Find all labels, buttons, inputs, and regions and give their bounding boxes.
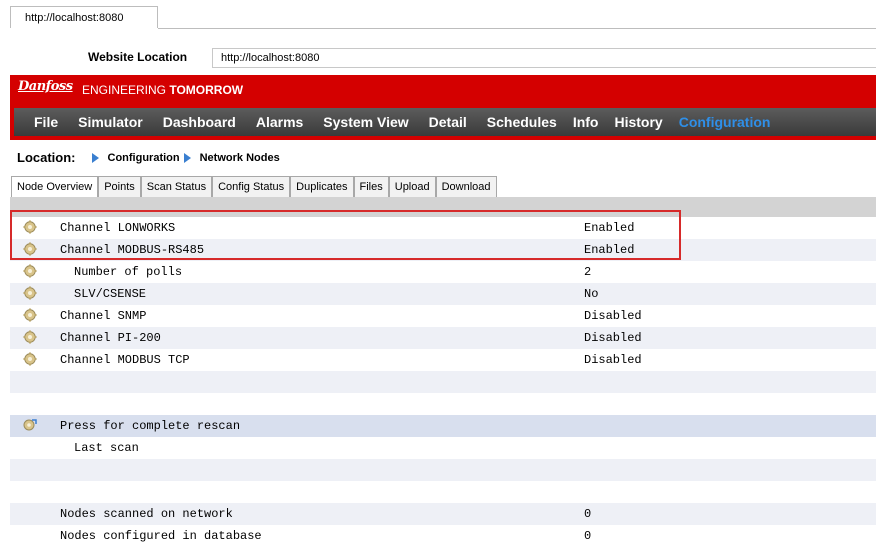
gear-icon bbox=[23, 286, 37, 300]
row-name: Channel MODBUS TCP bbox=[60, 353, 190, 367]
menu-item-system-view[interactable]: System View bbox=[307, 114, 412, 130]
row-name: Channel SNMP bbox=[60, 309, 147, 323]
row-value: 0 bbox=[584, 507, 592, 521]
row-name: Press for complete rescan bbox=[60, 419, 241, 433]
highlight-box bbox=[10, 210, 681, 260]
menu-item-simulator[interactable]: Simulator bbox=[62, 114, 147, 130]
row-name: Nodes configured in database bbox=[60, 529, 262, 543]
table-row: Channel PI-200 Disabled bbox=[10, 327, 876, 349]
website-location-input[interactable]: http://localhost:8080 bbox=[212, 48, 876, 68]
table-row: Nodes scanned on network 0 bbox=[10, 503, 876, 525]
table-row bbox=[10, 393, 876, 415]
arrow-right-icon bbox=[183, 152, 191, 163]
row-name: SLV/CSENSE bbox=[74, 287, 147, 301]
menu-item-dashboard[interactable]: Dashboard bbox=[147, 114, 240, 130]
row-name: Last scan bbox=[74, 441, 139, 455]
breadcrumb-label: Location: bbox=[17, 150, 76, 165]
table-row: Last scan bbox=[10, 437, 876, 459]
table-row[interactable]: Press for complete rescan bbox=[10, 415, 876, 437]
row-value: Disabled bbox=[584, 331, 642, 345]
subtab-bar: Node Overview Points Scan Status Config Sta… bbox=[11, 176, 497, 198]
row-value: No bbox=[584, 287, 599, 301]
row-name: Channel PI-200 bbox=[60, 331, 161, 345]
tab-node-overview[interactable]: Node Overview bbox=[11, 176, 99, 198]
gear-icon bbox=[23, 330, 37, 344]
gear-icon bbox=[23, 352, 37, 366]
gear-icon bbox=[23, 264, 37, 278]
node-table: Channel LONWORKS Enabled Channel MODBUS-RS… bbox=[10, 217, 876, 547]
row-name: Nodes scanned on network bbox=[60, 507, 233, 521]
menu-item-info[interactable]: Info bbox=[561, 114, 603, 130]
row-value: 2 bbox=[584, 265, 592, 279]
table-row: Channel SNMP Disabled bbox=[10, 305, 876, 327]
breadcrumb-item-network-nodes[interactable]: Network Nodes bbox=[200, 152, 280, 164]
menu-item-alarms[interactable]: Alarms bbox=[240, 114, 307, 130]
main-menu: File Simulator Dashboard Alarms System View D… bbox=[10, 104, 876, 140]
brand-bar: Danfoss ENGINEERING TOMORROW bbox=[10, 75, 876, 104]
breadcrumb: Location: Configuration Network Nodes bbox=[17, 150, 280, 165]
menu-item-history[interactable]: History bbox=[602, 114, 666, 130]
table-row bbox=[10, 371, 876, 393]
tagline: ENGINEERING TOMORROW bbox=[82, 83, 243, 97]
menu-item-detail[interactable]: Detail bbox=[413, 114, 471, 130]
menu-item-configuration[interactable]: Configuration bbox=[667, 114, 775, 130]
menu-item-file[interactable]: File bbox=[14, 114, 62, 130]
table-row: Nodes configured in database 0 bbox=[10, 525, 876, 547]
table-row: SLV/CSENSE No bbox=[10, 283, 876, 305]
breadcrumb-item-configuration[interactable]: Configuration bbox=[108, 152, 180, 164]
row-value: Disabled bbox=[584, 309, 642, 323]
tab-duplicates[interactable]: Duplicates bbox=[290, 176, 354, 198]
tab-config-status[interactable]: Config Status bbox=[212, 176, 291, 198]
tab-points[interactable]: Points bbox=[98, 176, 141, 198]
table-row bbox=[10, 459, 876, 481]
gear-icon bbox=[23, 308, 37, 322]
tab-divider bbox=[158, 28, 876, 29]
menu-inner: File Simulator Dashboard Alarms System View D… bbox=[14, 108, 876, 136]
tab-download[interactable]: Download bbox=[435, 176, 497, 198]
rescan-icon[interactable] bbox=[23, 418, 37, 432]
table-row bbox=[10, 481, 876, 503]
tagline-bold: TOMORROW bbox=[169, 83, 244, 97]
table-row: Number of polls 2 bbox=[10, 261, 876, 283]
website-location-label: Website Location bbox=[88, 50, 188, 64]
tab-upload[interactable]: Upload bbox=[388, 176, 436, 198]
tab-files[interactable]: Files bbox=[353, 176, 389, 198]
arrow-right-icon bbox=[91, 152, 99, 163]
menu-item-schedules[interactable]: Schedules bbox=[471, 114, 561, 130]
row-value: Disabled bbox=[584, 353, 642, 367]
browser-tab[interactable]: http://localhost:8080 bbox=[10, 6, 158, 28]
tagline-light: ENGINEERING bbox=[82, 83, 167, 97]
danfoss-logo: Danfoss bbox=[18, 79, 73, 94]
table-row: Channel MODBUS TCP Disabled bbox=[10, 349, 876, 371]
tab-scan-status[interactable]: Scan Status bbox=[140, 176, 213, 198]
row-name: Number of polls bbox=[74, 265, 183, 279]
row-value: 0 bbox=[584, 529, 592, 543]
